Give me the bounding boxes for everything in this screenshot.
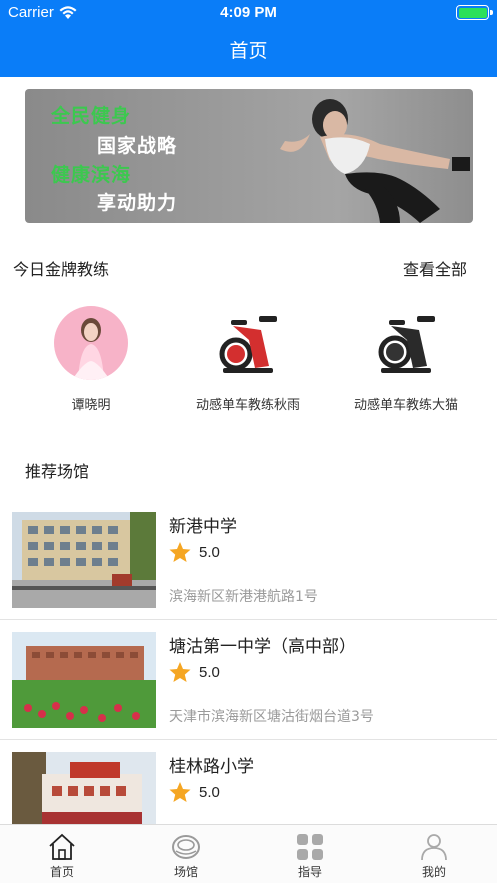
- coach-avatar: [54, 306, 128, 380]
- guide-icon: [297, 834, 323, 860]
- venue-row[interactable]: 塘沽第一中学（高中部） 5.0 天津市滨海新区塘沽街烟台道3号: [0, 620, 497, 740]
- tab-home[interactable]: 首页: [0, 825, 124, 884]
- recommend-title: 推荐场馆: [25, 462, 90, 481]
- coach-card[interactable]: 谭晓明: [11, 306, 171, 413]
- coach-avatar: [211, 306, 285, 380]
- status-bar: Carrier 4:09 PM: [0, 0, 497, 27]
- coaches-title: 今日金牌教练: [13, 260, 110, 279]
- nav-bar: 首页: [0, 27, 497, 77]
- banner-line-2: 国家战略: [97, 135, 178, 157]
- clock-time: 4:09 PM: [220, 4, 277, 21]
- tab-venue[interactable]: 场馆: [124, 825, 248, 884]
- tab-label: 场馆: [173, 865, 198, 879]
- coach-name: 动感单车教练大猫: [353, 398, 458, 413]
- venue-photo: [12, 512, 156, 608]
- home-icon: [49, 833, 75, 860]
- promo-banner[interactable]: 全民健身 国家战略 健康滨海 享动助力: [25, 89, 473, 223]
- venue-icon: [172, 835, 200, 859]
- page-title: 首页: [229, 40, 268, 62]
- banner-line-1: 全民健身: [51, 105, 132, 127]
- tab-profile[interactable]: 我的: [372, 825, 496, 884]
- venue-address: 天津市滨海新区塘沽街烟台道3号: [169, 709, 374, 725]
- coach-name: 谭晓明: [71, 398, 111, 413]
- venue-row[interactable]: 新港中学 5.0 滨海新区新港港航路1号: [0, 500, 497, 620]
- venue-name: 桂林路小学: [169, 757, 254, 777]
- venue-rating: 5.0: [199, 784, 220, 801]
- star-icon: [169, 542, 191, 567]
- tab-label: 我的: [421, 865, 446, 879]
- view-all-link[interactable]: 查看全部: [403, 256, 467, 280]
- runner-illustration: [280, 99, 470, 223]
- profile-icon: [421, 834, 447, 861]
- tab-label: 指导: [297, 865, 322, 879]
- venue-address: 滨海新区新港港航路1号: [169, 589, 318, 605]
- star-icon: [169, 782, 191, 807]
- venue-rating: 5.0: [199, 544, 220, 561]
- tab-label: 首页: [49, 865, 74, 879]
- banner-line-4: 享动助力: [97, 192, 178, 214]
- star-icon: [169, 662, 191, 687]
- venue-name: 新港中学: [169, 517, 237, 537]
- coaches-header: 今日金牌教练 查看全部: [0, 254, 497, 280]
- banner-line-3: 健康滨海: [51, 164, 132, 186]
- coach-avatar: [369, 306, 443, 380]
- venue-rating: 5.0: [199, 664, 220, 681]
- tab-bar: 首页 场馆 指导 我的: [0, 824, 497, 883]
- venue-photo: [12, 632, 156, 728]
- tab-guide[interactable]: 指导: [248, 825, 372, 884]
- coach-card[interactable]: 动感单车教练秋雨: [168, 306, 328, 413]
- battery-icon: [456, 5, 493, 20]
- coach-card[interactable]: 动感单车教练大猫: [326, 306, 486, 413]
- coach-name: 动感单车教练秋雨: [195, 398, 300, 413]
- venue-name: 塘沽第一中学（高中部）: [169, 637, 356, 657]
